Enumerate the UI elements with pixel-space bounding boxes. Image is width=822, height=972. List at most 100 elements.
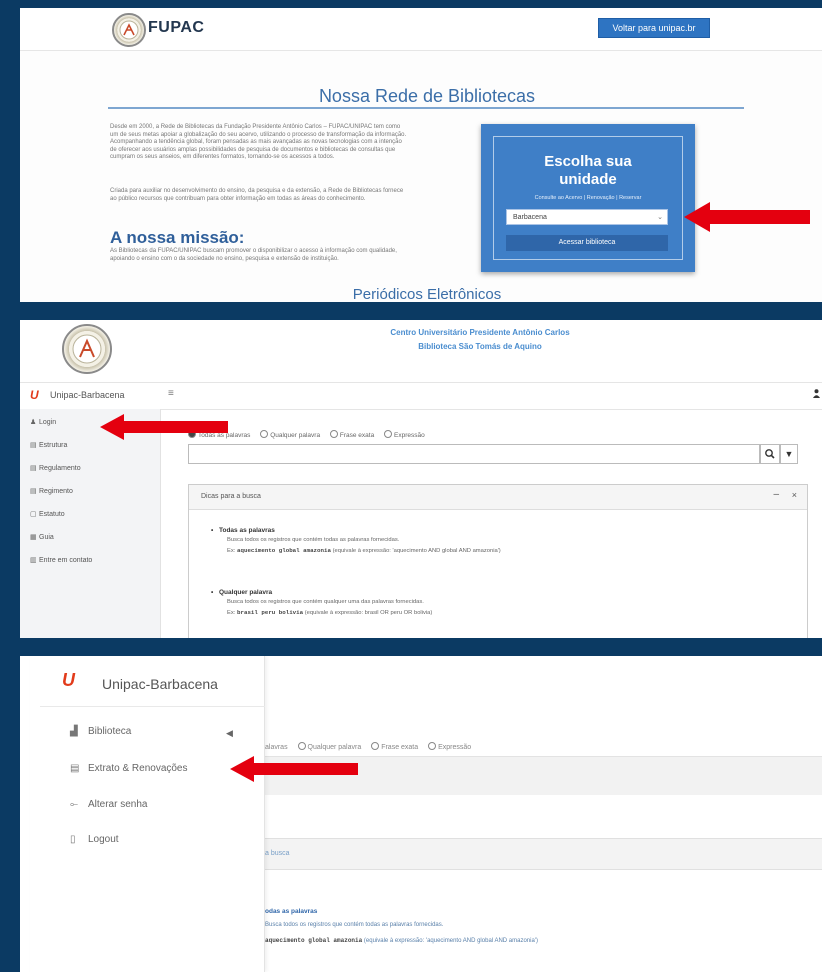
sidebar-item-label: Regulamento	[39, 465, 81, 472]
radio-icon	[428, 742, 437, 750]
portal-header: FUPAC Voltar para unipac.br	[20, 8, 822, 51]
sidebar-item-guia[interactable]: ▦ Guia	[30, 532, 54, 544]
sidebar-item-regulamento[interactable]: ▤ Regulamento	[30, 463, 81, 475]
option-label: alavras	[265, 744, 288, 751]
option-label: Qualquer palavra	[307, 744, 362, 751]
page-title: Nossa Rede de Bibliotecas	[318, 86, 536, 106]
document-icon: ▤	[30, 465, 37, 472]
search-button[interactable]	[760, 444, 780, 464]
search-mode-any[interactable]: Qualquer palavra	[297, 742, 362, 751]
mission-paragraph: As Bibliotecas da FUPAC/UNIPAC buscam pr…	[110, 248, 397, 262]
brand-name: Unipac-Barbacena	[50, 390, 125, 400]
choose-unit-inner: Escolha sua unidade Consulte ao Acervo |…	[493, 136, 683, 260]
sidebar-item-contato[interactable]: ▥ Entre em contato	[30, 555, 92, 567]
search-icon	[765, 449, 775, 459]
search-tips-title: Dicas para a busca	[201, 493, 261, 500]
tip-text-all: Busca todos os registros que contém toda…	[265, 922, 444, 928]
sidebar-item-estatuto[interactable]: ▢ Estatuto	[30, 509, 65, 521]
user-icon[interactable]	[813, 389, 820, 398]
sidebar-item-label: Estrutura	[39, 442, 68, 449]
guide-icon: ▦	[30, 534, 37, 541]
key-icon: ⟜	[70, 799, 78, 810]
radio-icon	[329, 430, 338, 438]
tip-example-all: aquecimento global amazonia (equivale à …	[265, 937, 538, 944]
back-to-unipac-button[interactable]: Voltar para unipac.br	[598, 18, 710, 38]
sidebar-item-login[interactable]: ♟ Login	[30, 417, 56, 429]
tip-example-prefix: Ex:	[227, 610, 236, 616]
search-tips-panel: Dicas para a busca – × Todas as palavras…	[188, 484, 808, 638]
tip-example-prefix: Ex:	[227, 548, 236, 554]
brand-bar: U Unipac-Barbacena	[40, 656, 265, 707]
option-label: Frase exata	[339, 432, 375, 439]
menu-item-biblioteca[interactable]: ▟ Biblioteca	[70, 726, 131, 737]
title-divider	[108, 107, 744, 109]
library-header: Centro Universitário Presidente Antônio …	[20, 320, 822, 378]
sidebar-item-label: Estatuto	[39, 511, 65, 518]
choose-unit-subtitle: Consulte ao Acervo | Renovação | Reserva…	[534, 195, 642, 201]
sidebar-item-label: Guia	[39, 534, 54, 541]
tip-example-terms: aquecimento global amazonia	[237, 547, 331, 554]
search-mode-exact[interactable]: Frase exata	[329, 430, 375, 439]
search-mode-options: alavras Qualquer palavra Frase exata Exp…	[265, 742, 479, 751]
filter-icon: ▼	[784, 449, 794, 459]
tip-heading-all: odas as palavras	[265, 908, 318, 915]
unipac-u-logo: U	[62, 670, 75, 690]
contact-icon: ▥	[30, 557, 37, 564]
user-menu-panel: alavras Qualquer palavra Frase exata Exp…	[20, 656, 822, 972]
red-arrow-annotation	[684, 202, 810, 232]
filter-button[interactable]: ▼	[780, 444, 798, 464]
unit-select[interactable]: Barbacena ⌄	[506, 209, 668, 225]
tip-example-suffix: (equivale à expressão: 'aquecimento AND …	[332, 548, 501, 554]
catalog-search-panel: Centro Universitário Presidente Antônio …	[20, 320, 822, 638]
purpose-paragraph: Criada para auxiliar no desenvolvimento …	[110, 188, 404, 202]
tip-example-any: Ex: brasil peru bolivia (equivale à expr…	[227, 609, 432, 616]
red-arrow-annotation	[100, 414, 228, 440]
fupac-logo-text: FUPAC	[148, 19, 205, 36]
search-tips-header	[265, 838, 822, 870]
option-label: Expressão	[438, 744, 472, 751]
collapse-caret-icon[interactable]: ◀	[226, 728, 233, 739]
sidebar-item-label: Entre em contato	[39, 557, 93, 564]
minimize-icon[interactable]: –	[773, 489, 779, 500]
choose-unit-title-line1: Escolha sua	[544, 153, 632, 170]
radio-icon	[371, 742, 380, 750]
access-library-button[interactable]: Acessar biblioteca	[506, 235, 668, 251]
search-mode-exact[interactable]: Frase exata	[371, 742, 419, 751]
tip-example-all: Ex: aquecimento global amazonia (equival…	[227, 547, 501, 554]
unipac-u-logo: U	[30, 388, 39, 402]
document-icon: ▢	[30, 511, 37, 518]
tip-example-suffix: (equivale à expressão: 'aquecimento AND …	[363, 938, 538, 944]
choose-unit-card: Escolha sua unidade Consulte ao Acervo |…	[481, 124, 695, 272]
option-label: Frase exata	[381, 744, 419, 751]
option-label: Expressão	[394, 432, 425, 439]
sidebar-item-label: Regimento	[39, 488, 73, 495]
menu-item-extrato-renovacoes[interactable]: ▤ Extrato & Renovações	[70, 763, 188, 774]
search-mode-expression[interactable]: Expressão	[428, 742, 472, 751]
tip-heading-all: Todas as palavras	[211, 527, 275, 534]
option-label: Qualquer palavra	[270, 432, 321, 439]
search-tips-header: Dicas para a busca – ×	[189, 485, 807, 510]
sidebar-item-regimento[interactable]: ▤ Regimento	[30, 486, 73, 498]
unipac-seal-logo	[62, 324, 112, 374]
document-icon: ▤	[30, 488, 37, 495]
search-tips-title: a busca	[265, 850, 290, 857]
sidebar-item-estrutura[interactable]: ▤ Estrutura	[30, 440, 67, 452]
radio-icon	[297, 742, 306, 750]
search-mode-any[interactable]: Qualquer palavra	[260, 430, 321, 439]
search-mode-all[interactable]: alavras	[265, 744, 288, 751]
fupac-seal-logo	[112, 13, 146, 47]
menu-toggle-icon[interactable]: ≡	[168, 388, 174, 399]
sidebar: ♟ Login ▤ Estrutura ▤ Regulamento ▤ Regiment…	[20, 409, 161, 638]
radio-icon	[260, 430, 269, 438]
university-name: Centro Universitário Presidente Antônio …	[390, 328, 570, 337]
close-icon[interactable]: ×	[792, 490, 797, 500]
tip-example-suffix: (equivale à expressão: brasil OR peru OR…	[304, 610, 433, 616]
search-mode-expression[interactable]: Expressão	[384, 430, 425, 439]
search-input[interactable]	[188, 444, 760, 464]
chevron-down-icon: ⌄	[657, 214, 663, 221]
background-search-page: alavras Qualquer palavra Frase exata Exp…	[265, 656, 822, 972]
menu-item-logout[interactable]: ▯ Logout	[70, 834, 119, 845]
user-icon: ♟	[30, 419, 37, 426]
brand-name: Unipac-Barbacena	[102, 676, 218, 692]
menu-item-alterar-senha[interactable]: ⟜ Alterar senha	[70, 799, 147, 810]
